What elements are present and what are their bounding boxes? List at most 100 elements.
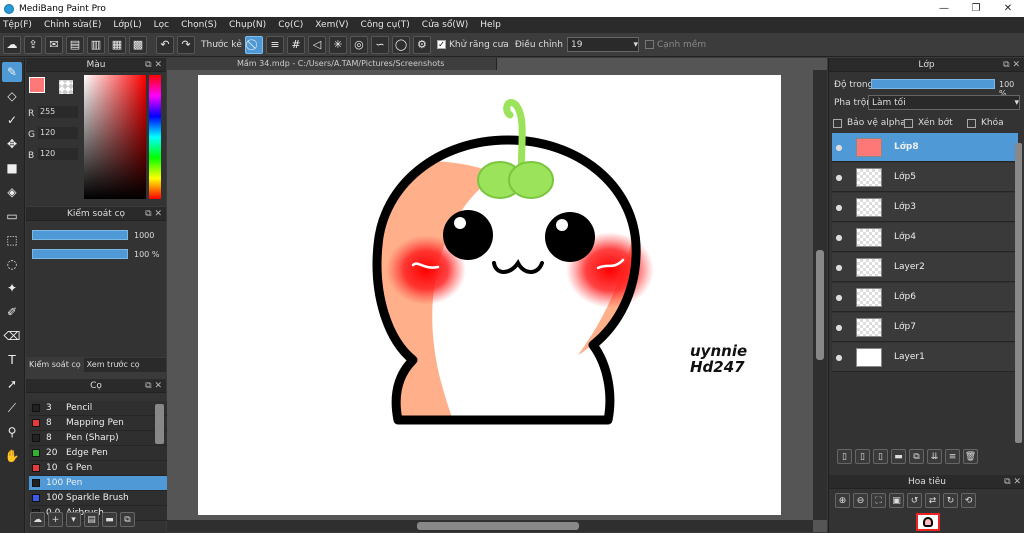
layer-menu-icon[interactable]: ≡ [945, 449, 960, 464]
g-value-input[interactable]: 120 [38, 127, 78, 139]
dot-tool-icon[interactable]: ✓ [2, 110, 22, 130]
transparent-color-swatch[interactable] [59, 80, 73, 94]
radial-ruler-icon[interactable]: ✳ [328, 35, 347, 54]
protect-alpha-checkbox[interactable] [833, 119, 842, 128]
menu-edit[interactable]: Chỉnh sửa(E) [44, 20, 101, 30]
eyedropper-tool-icon[interactable]: ⚲ [2, 422, 22, 442]
menu-tools[interactable]: Công cụ(T) [361, 20, 410, 30]
brush-item[interactable]: 10 G Pen [29, 461, 174, 476]
layer-row[interactable]: ● Lớp8 [832, 133, 1018, 162]
menu-layer[interactable]: Lớp(L) [113, 20, 141, 30]
zoom-in-icon[interactable]: ⊕ [835, 493, 850, 508]
book-icon[interactable]: ▦ [108, 35, 126, 54]
ruler-off-icon[interactable]: ⃠ [244, 35, 263, 54]
brush-item[interactable]: 8 Pen (Sharp) [29, 431, 174, 446]
brush-item[interactable]: 100 Pen [29, 476, 174, 491]
gradient-tool-icon[interactable]: ▭ [2, 206, 22, 226]
undo-icon[interactable]: ↶ [156, 35, 174, 54]
delete-layer-icon[interactable]: 🗑 [963, 449, 978, 464]
visibility-eye-icon[interactable]: ● [832, 233, 846, 242]
hue-slider[interactable] [149, 75, 161, 199]
menu-brush[interactable]: Cọ(C) [278, 20, 303, 30]
operation-tool-icon[interactable]: ➚ [2, 374, 22, 394]
brush-item[interactable]: 20 Edge Pen [29, 446, 174, 461]
layer-row[interactable]: ● Lớp3 [832, 193, 1018, 222]
maximize-button[interactable]: ❐ [960, 3, 992, 14]
layer-row[interactable]: ● Lớp5 [832, 163, 1018, 192]
ellipse-ruler-icon[interactable]: ◯ [391, 35, 410, 54]
correction-select[interactable]: 19 ▾ [566, 37, 639, 52]
layer-row[interactable]: ● Lớp7 [832, 313, 1018, 342]
brush-size-slider[interactable] [32, 230, 128, 240]
circle-ruler-icon[interactable]: ◎ [349, 35, 368, 54]
flip-icon[interactable]: ⇄ [925, 493, 940, 508]
tab-brush-preview[interactable]: Xem trước cọ [84, 358, 143, 372]
foreground-color-swatch[interactable] [29, 77, 45, 93]
panel-options-icon[interactable]: ⧉ ✕ [145, 379, 162, 393]
cross-ruler-icon[interactable]: # [286, 35, 305, 54]
visibility-eye-icon[interactable]: ● [832, 353, 846, 362]
brush-folder-icon[interactable]: ▬ [102, 512, 117, 527]
visibility-eye-icon[interactable]: ● [832, 143, 846, 152]
brush-copy-icon[interactable]: ⧉ [120, 512, 135, 527]
horizontal-scroll-thumb[interactable] [417, 522, 579, 530]
focus-ruler-icon[interactable]: ◁ [307, 35, 326, 54]
new-folder-icon[interactable]: ▬ [891, 449, 906, 464]
panel-options-icon[interactable]: ⧉ ✕ [145, 207, 162, 221]
zoom-out-icon[interactable]: ⊖ [853, 493, 868, 508]
divide-tool-icon[interactable]: ⟋ [2, 398, 22, 418]
brush-item[interactable]: 100 Sparkle Brush [29, 491, 174, 506]
merge-layer-icon[interactable]: ⇊ [927, 449, 942, 464]
share-icon[interactable]: ⇪ [24, 35, 42, 54]
visibility-eye-icon[interactable]: ● [832, 263, 846, 272]
layer-list-scrollbar[interactable] [1015, 143, 1022, 443]
select-eraser-tool-icon[interactable]: ⌫ [2, 326, 22, 346]
cloud-icon[interactable]: ☁ [3, 35, 21, 54]
sharp-edge-checkbox[interactable] [644, 40, 654, 49]
grid-icon[interactable]: ▩ [129, 35, 147, 54]
close-button[interactable]: ✕ [992, 3, 1024, 14]
visibility-eye-icon[interactable]: ● [832, 203, 846, 212]
layer-opacity-slider[interactable] [871, 79, 995, 89]
chat-icon[interactable]: ✉ [45, 35, 63, 54]
menu-help[interactable]: Help [480, 20, 501, 30]
rotate-left-icon[interactable]: ↺ [907, 493, 922, 508]
actual-size-icon[interactable]: ▣ [889, 493, 904, 508]
menu-filter[interactable]: Lọc [154, 20, 169, 30]
brush-settings-icon[interactable]: ▤ [84, 512, 99, 527]
document-tab[interactable]: Mầm 34.mdp - C:/Users/A.TAM/Pictures/Scr… [167, 58, 497, 70]
menu-file[interactable]: Tệp(F) [3, 20, 32, 30]
text-tool-icon[interactable]: T [2, 350, 22, 370]
new-layer-icon[interactable]: ▯ [837, 449, 852, 464]
b-value-input[interactable]: 120 [38, 148, 78, 160]
reset-rotation-icon[interactable]: ⟲ [961, 493, 976, 508]
page-icon[interactable]: ▥ [87, 35, 105, 54]
eraser-tool-icon[interactable]: ◇ [2, 86, 22, 106]
drawing-canvas[interactable]: uynnie Hd247 [198, 75, 781, 515]
rect-fill-tool-icon[interactable]: ■ [2, 158, 22, 178]
layer-row[interactable]: ● Lớp4 [832, 223, 1018, 252]
menu-view[interactable]: Xem(V) [315, 20, 348, 30]
menu-window[interactable]: Cửa sổ(W) [422, 20, 468, 30]
clipping-checkbox[interactable] [904, 119, 913, 128]
r-value-input[interactable]: 255 [38, 106, 78, 118]
brush-opacity-slider[interactable] [32, 249, 128, 259]
rotate-right-icon[interactable]: ↻ [943, 493, 958, 508]
antialias-checkbox[interactable]: ✓ [436, 40, 446, 49]
brush-item[interactable]: 3 Pencil [29, 401, 174, 416]
hand-tool-icon[interactable]: ✋ [2, 446, 22, 466]
visibility-eye-icon[interactable]: ● [832, 323, 846, 332]
duplicate-layer-icon[interactable]: ⧉ [909, 449, 924, 464]
layer-row[interactable]: ● Layer1 [832, 343, 1018, 372]
curve-ruler-icon[interactable]: ∽ [370, 35, 389, 54]
cloud-brush-icon[interactable]: ☁ [30, 512, 45, 527]
canvas-vertical-scrollbar[interactable] [813, 70, 827, 520]
brush-list-scrollbar[interactable] [155, 404, 164, 444]
minimize-button[interactable]: — [928, 3, 960, 14]
bucket-tool-icon[interactable]: ◈ [2, 182, 22, 202]
panel-options-icon[interactable]: ⧉ ✕ [1004, 475, 1021, 489]
fit-screen-icon[interactable]: ⛶ [871, 493, 886, 508]
visibility-eye-icon[interactable]: ● [832, 173, 846, 182]
brush-menu-icon[interactable]: ▾ [66, 512, 81, 527]
lasso-tool-icon[interactable]: ◌ [2, 254, 22, 274]
